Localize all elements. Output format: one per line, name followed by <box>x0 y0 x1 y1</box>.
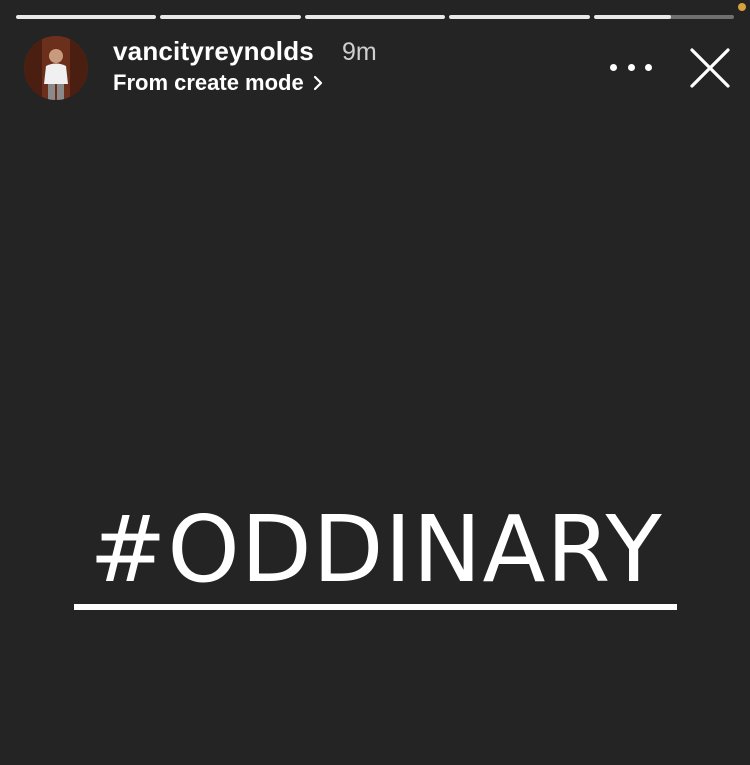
chevron-right-icon <box>313 75 322 91</box>
post-time: 9m <box>342 38 377 66</box>
close-icon <box>690 48 730 88</box>
more-dots-icon <box>610 63 617 71</box>
story-viewer: vancityreynolds 9m From create mode #ODD… <box>0 0 750 765</box>
progress-segment <box>593 15 735 19</box>
create-mode-link[interactable]: From create mode <box>113 70 324 96</box>
avatar[interactable] <box>24 36 88 100</box>
progress-segment <box>304 15 446 19</box>
hashtag-text: #ODDINARY <box>89 496 663 603</box>
hashtag-underline <box>74 604 677 610</box>
progress-segment <box>160 15 301 19</box>
username[interactable]: vancityreynolds <box>113 36 314 67</box>
avatar-image <box>24 36 88 100</box>
more-button[interactable] <box>610 56 652 78</box>
progress-segment <box>16 15 157 19</box>
close-button[interactable] <box>686 44 734 92</box>
status-dot <box>738 3 746 11</box>
progress-segment <box>449 15 590 19</box>
hashtag-sticker[interactable]: #ODDINARY <box>74 500 678 615</box>
story-progress-bar <box>16 15 735 19</box>
subline-label: From create mode <box>113 70 304 95</box>
